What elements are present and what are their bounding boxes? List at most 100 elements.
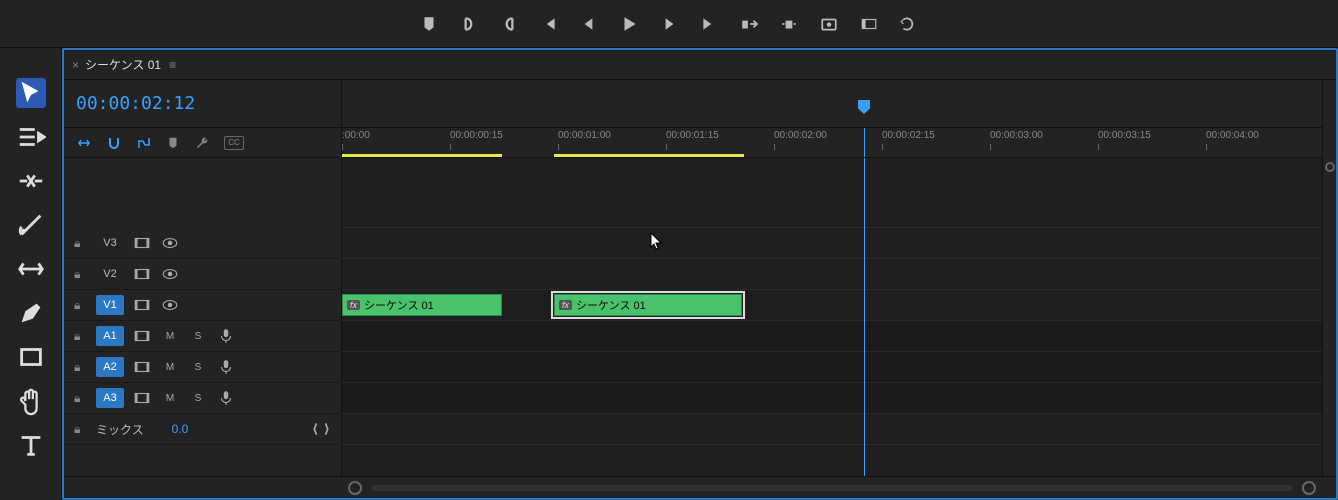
rectangle-tool[interactable] <box>16 342 46 372</box>
zoom-handle-right[interactable] <box>1302 481 1316 495</box>
playhead-line[interactable] <box>864 158 865 476</box>
ripple-trim-next-icon[interactable] <box>900 15 918 33</box>
program-toolbar <box>0 0 1338 48</box>
mic-icon[interactable] <box>216 327 236 345</box>
clip[interactable]: fxシーケンス 01 <box>342 294 502 316</box>
marker2-icon[interactable] <box>166 136 180 150</box>
lift-icon[interactable] <box>740 15 758 33</box>
sync-lock-icon[interactable] <box>132 389 152 407</box>
snap-icon[interactable] <box>106 135 122 151</box>
track-name[interactable]: V3 <box>96 233 124 253</box>
cc-icon[interactable]: CC <box>224 136 244 150</box>
track-lane-V3[interactable] <box>342 228 1322 259</box>
time-ruler[interactable]: :00:0000:00:00:1500:00:01:0000:00:01:150… <box>342 128 1322 158</box>
current-timecode[interactable]: 00:00:02:12 <box>76 93 195 114</box>
track-lane-V1[interactable]: fxシーケンス 01 fxシーケンス 01 <box>342 290 1322 321</box>
razor-tool[interactable] <box>16 210 46 240</box>
track-lane-ミックス[interactable] <box>342 414 1322 445</box>
lock-icon[interactable]: 🔒︎ <box>74 329 88 344</box>
mute-button[interactable]: M <box>160 327 180 345</box>
lock-icon[interactable]: 🔒︎ <box>74 391 88 406</box>
lock-icon[interactable]: 🔒︎ <box>74 360 88 375</box>
sync-lock-icon[interactable] <box>132 327 152 345</box>
selection-tool[interactable] <box>16 78 46 108</box>
eye-icon[interactable] <box>160 234 180 252</box>
ruler-tick: 00:00:01:15 <box>666 130 719 141</box>
tracks-area[interactable]: fxシーケンス 01 fxシーケンス 01 <box>342 158 1322 476</box>
track-name[interactable]: A3 <box>96 388 124 408</box>
go-to-in-icon[interactable] <box>540 15 558 33</box>
hand-tool[interactable] <box>16 386 46 416</box>
solo-button[interactable]: S <box>188 327 208 345</box>
sync-lock-icon[interactable] <box>132 265 152 283</box>
play-icon[interactable] <box>620 15 638 33</box>
sync-lock-icon[interactable] <box>132 358 152 376</box>
solo-button[interactable]: S <box>188 358 208 376</box>
vertical-scrollbar[interactable] <box>1322 80 1336 158</box>
linked-selection-icon[interactable] <box>136 135 152 151</box>
track-lane-spacer[interactable] <box>342 158 1322 228</box>
sync-lock-icon[interactable] <box>132 234 152 252</box>
clip-label: シーケンス 01 <box>576 297 646 313</box>
track-name[interactable]: A2 <box>96 357 124 377</box>
track-select-tool[interactable] <box>16 122 46 152</box>
slip-tool[interactable] <box>16 254 46 284</box>
track-header-spacer <box>64 158 341 228</box>
sequence-tab-title[interactable]: シーケンス 01 <box>85 56 161 73</box>
type-tool[interactable] <box>16 430 46 460</box>
step-forward-icon[interactable] <box>660 15 678 33</box>
track-name[interactable]: A1 <box>96 326 124 346</box>
track-name[interactable]: V2 <box>96 264 124 284</box>
track-headers: 🔒︎ V3 🔒︎ V2 🔒︎ V1 🔒︎ A1 M S 🔒︎ A2 M S 🔒︎ <box>64 158 342 476</box>
go-to-out-icon[interactable] <box>700 15 718 33</box>
in-point-icon[interactable] <box>460 15 478 33</box>
clip-label: シーケンス 01 <box>364 297 434 313</box>
scroll-track[interactable] <box>372 485 1292 491</box>
ruler-tick: 00:00:01:00 <box>558 130 611 141</box>
pen-tool[interactable] <box>16 298 46 328</box>
tool-strip <box>0 48 62 500</box>
track-name[interactable]: V1 <box>96 295 124 315</box>
mute-button[interactable]: M <box>160 358 180 376</box>
close-tab-icon[interactable]: × <box>72 58 79 72</box>
lock-icon[interactable]: 🔒︎ <box>74 298 88 313</box>
mix-label: ミックス <box>96 421 144 438</box>
track-header-V2: 🔒︎ V2 <box>64 259 341 290</box>
horizontal-scrollbar[interactable] <box>64 476 1336 498</box>
extract-icon[interactable] <box>780 15 798 33</box>
wrench-icon[interactable] <box>194 135 210 151</box>
lock-icon[interactable]: 🔒︎ <box>74 236 88 251</box>
eye-icon[interactable] <box>160 265 180 283</box>
vertical-scrollbar-body[interactable] <box>1322 158 1336 476</box>
track-lane-A1[interactable] <box>342 321 1322 352</box>
track-header-V1: 🔒︎ V1 <box>64 290 341 321</box>
lock-icon[interactable]: 🔒︎ <box>74 422 88 437</box>
work-area-bar[interactable] <box>554 154 744 157</box>
mic-icon[interactable] <box>216 358 236 376</box>
eye-icon[interactable] <box>160 296 180 314</box>
mic-icon[interactable] <box>216 389 236 407</box>
sync-lock-icon[interactable] <box>132 296 152 314</box>
expand-icon[interactable] <box>311 420 331 438</box>
clip[interactable]: fxシーケンス 01 <box>554 294 742 316</box>
panel-menu-icon[interactable]: ≡ <box>169 58 176 72</box>
ruler-tick: 00:00:02:00 <box>774 130 827 141</box>
ripple-edit-tool[interactable] <box>16 166 46 196</box>
mute-button[interactable]: M <box>160 389 180 407</box>
out-point-icon[interactable] <box>500 15 518 33</box>
mix-value[interactable]: 0.0 <box>172 422 189 436</box>
zoom-handle-left[interactable] <box>348 481 362 495</box>
ripple-trim-prev-icon[interactable] <box>860 15 878 33</box>
solo-button[interactable]: S <box>188 389 208 407</box>
tab-bar: × シーケンス 01 ≡ <box>64 50 1336 80</box>
step-back-icon[interactable] <box>580 15 598 33</box>
track-lane-A2[interactable] <box>342 352 1322 383</box>
export-frame-icon[interactable] <box>820 15 838 33</box>
track-lane-V2[interactable] <box>342 259 1322 290</box>
insert-icon[interactable] <box>76 135 92 151</box>
lock-icon[interactable]: 🔒︎ <box>74 267 88 282</box>
marker-icon[interactable] <box>420 15 438 33</box>
playhead[interactable] <box>864 128 865 157</box>
track-lane-A3[interactable] <box>342 383 1322 414</box>
work-area-bar[interactable] <box>342 154 502 157</box>
